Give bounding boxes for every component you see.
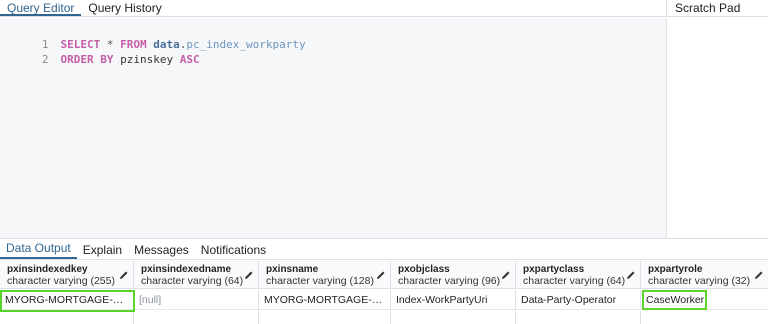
empty-grid-area — [391, 311, 516, 324]
tab-query-editor[interactable]: Query Editor — [0, 0, 82, 16]
empty-grid-area — [516, 311, 641, 324]
column-name: pxinsindexedkey — [7, 264, 88, 275]
column-type: character varying (96) — [398, 275, 501, 287]
table-cell[interactable]: MYORG-MORTGAGE-WORK M... — [259, 290, 391, 310]
keyword-order-by: ORDER BY — [60, 53, 114, 66]
pencil-icon[interactable] — [626, 270, 636, 280]
data-output-grid: pxinsindexedkey character varying (255) … — [0, 261, 768, 324]
query-tool-tabs: Query Editor Query History — [0, 0, 666, 17]
column-type: character varying (255) — [7, 275, 115, 287]
column-header-pxinsindexedname[interactable]: pxinsindexedname character varying (64) — [134, 261, 259, 289]
keyword-asc: ASC — [179, 53, 200, 66]
table-cell[interactable]: CaseWorker — [641, 290, 768, 310]
column-header-pxobjclass[interactable]: pxobjclass character varying (96) — [391, 261, 516, 289]
pencil-icon[interactable] — [119, 270, 129, 280]
column-name: pzinskey — [120, 53, 174, 66]
table-cell[interactable]: Data-Party-Operator — [516, 290, 641, 310]
sql-editor[interactable]: 1 SELECT * FROM data.pc_index_workparty 2… — [0, 18, 666, 238]
tab-query-history[interactable]: Query History — [81, 0, 168, 16]
pencil-icon[interactable] — [244, 270, 254, 280]
tab-explain[interactable]: Explain — [77, 241, 128, 259]
table-cell[interactable]: Index-WorkPartyUri — [391, 290, 516, 310]
grid-header: pxinsindexedkey character varying (255) … — [0, 261, 768, 289]
column-header-pxpartyclass[interactable]: pxpartyclass character varying (64) — [516, 261, 641, 289]
pencil-icon[interactable] — [501, 270, 511, 280]
tab-data-output[interactable]: Data Output — [0, 239, 77, 259]
results-tabs: Data Output Explain Messages Notificatio… — [0, 238, 768, 260]
pencil-icon[interactable] — [754, 270, 764, 280]
table-name: pc_index_workparty — [186, 38, 306, 51]
tab-notifications[interactable]: Notifications — [195, 241, 272, 259]
empty-grid-area — [0, 311, 134, 324]
scratch-pad-textarea[interactable] — [666, 18, 768, 238]
column-name: pxpartyclass — [523, 264, 585, 275]
code-line-2: 2 ORDER BY pzinskey ASC — [0, 39, 200, 66]
table-cell[interactable]: [null] — [134, 290, 259, 310]
line-number: 2 — [41, 53, 49, 66]
column-header-pxpartyrole[interactable]: pxpartyrole character varying (32) — [641, 261, 768, 289]
column-name: pxobjclass — [398, 264, 450, 275]
column-header-pxinsindexedkey[interactable]: pxinsindexedkey character varying (255) — [0, 261, 134, 289]
column-type: character varying (128) — [266, 275, 374, 287]
pencil-icon[interactable] — [376, 270, 386, 280]
empty-grid-area — [134, 311, 259, 324]
tab-messages[interactable]: Messages — [128, 241, 195, 259]
column-header-pxinsname[interactable]: pxinsname character varying (128) — [259, 261, 391, 289]
scratch-pad-header: Scratch Pad — [666, 0, 768, 17]
column-name: pxinsname — [266, 264, 319, 275]
table-cell[interactable]: MYORG-MORTGAGE-WORK M-1 — [0, 290, 134, 310]
column-name: pxinsindexedname — [141, 264, 232, 275]
column-name: pxpartyrole — [648, 264, 703, 275]
column-type: character varying (32) — [648, 275, 751, 287]
column-type: character varying (64) — [141, 275, 244, 287]
column-type: character varying (64) — [523, 275, 626, 287]
code-line-1: 1 SELECT * FROM data.pc_index_workparty — [0, 24, 306, 51]
empty-grid-area — [259, 311, 391, 324]
